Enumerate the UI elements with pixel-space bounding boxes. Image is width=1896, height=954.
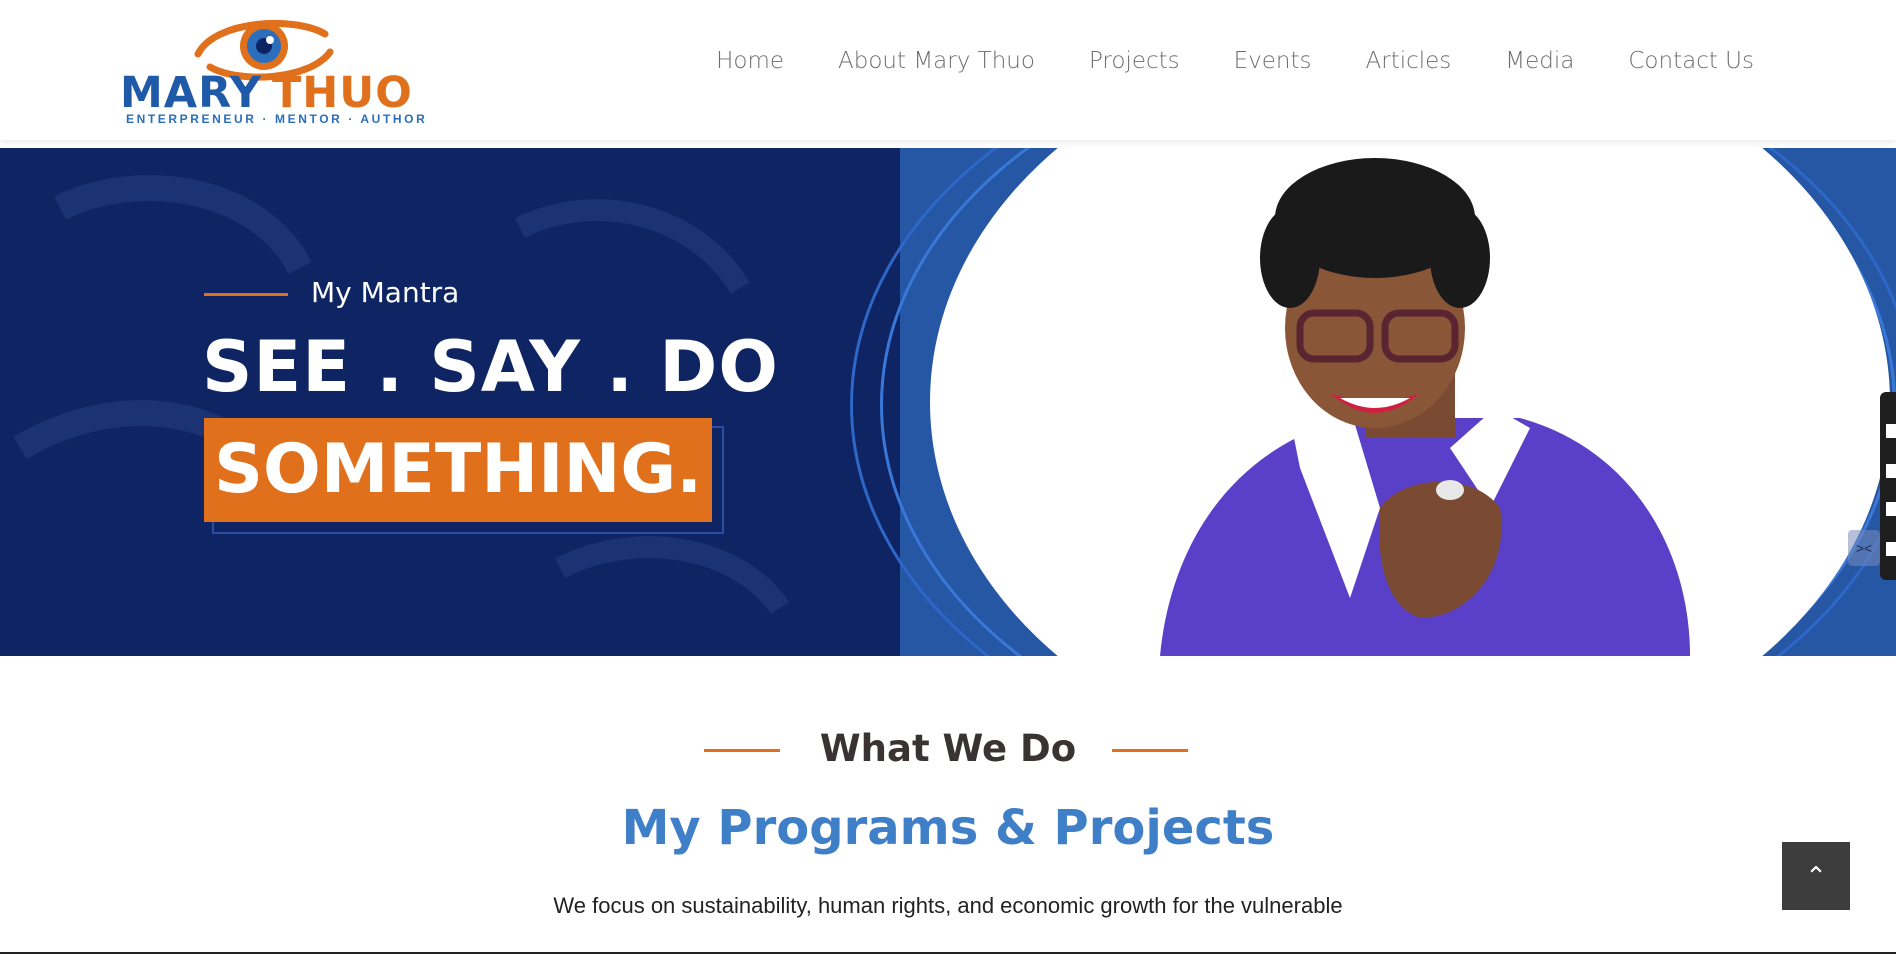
nav-contact[interactable]: Contact Us	[1628, 48, 1754, 74]
chevron-up-icon: ⌃	[1805, 861, 1827, 891]
hero-banner: My Mantra SEE . SAY . DO SOMETHING.	[0, 148, 1896, 656]
logo-first-name: MARY	[120, 68, 262, 118]
section-heading: My Programs & Projects	[621, 800, 1275, 856]
nav-events[interactable]: Events	[1234, 48, 1312, 74]
hero-headline-line2: SOMETHING.	[204, 418, 712, 522]
toolbar-item-icon[interactable]	[1886, 464, 1896, 478]
nav-about[interactable]: About Mary Thuo	[838, 48, 1035, 74]
mantra-divider	[204, 293, 288, 296]
nav-media[interactable]: Media	[1505, 48, 1574, 74]
logo-tagline: ENTERPRENEUR · MENTOR · AUTHOR	[126, 112, 428, 126]
logo-wordmark: MARY THUO	[120, 68, 413, 118]
hero-headline-line1: SEE . SAY . DO	[202, 326, 779, 408]
toolbar-item-icon[interactable]	[1886, 502, 1896, 516]
side-toolbar[interactable]	[1880, 392, 1896, 580]
scroll-to-top-button[interactable]: ⌃	[1782, 842, 1850, 910]
section-title: What We Do	[819, 727, 1077, 770]
toolbar-item-icon[interactable]	[1886, 542, 1896, 556]
main-nav: Home About Mary Thuo Projects Events Art…	[716, 48, 1754, 74]
nav-articles[interactable]: Articles	[1366, 48, 1452, 74]
section-subtitle: We focus on sustainability, human rights…	[553, 893, 1343, 918]
nav-projects[interactable]: Projects	[1089, 48, 1180, 74]
hero-eyebrow: My Mantra	[311, 276, 460, 309]
site-logo[interactable]: MARY THUO ENTERPRENEUR · MENTOR · AUTHOR	[120, 12, 425, 127]
portrait-photo	[1150, 148, 1710, 656]
toolbar-item-icon[interactable]	[1886, 424, 1896, 438]
logo-last-name: THUO	[271, 68, 413, 118]
collapse-arrows-icon[interactable]: ><	[1848, 530, 1880, 566]
nav-home[interactable]: Home	[716, 48, 784, 74]
site-header: MARY THUO ENTERPRENEUR · MENTOR · AUTHOR …	[0, 0, 1896, 140]
